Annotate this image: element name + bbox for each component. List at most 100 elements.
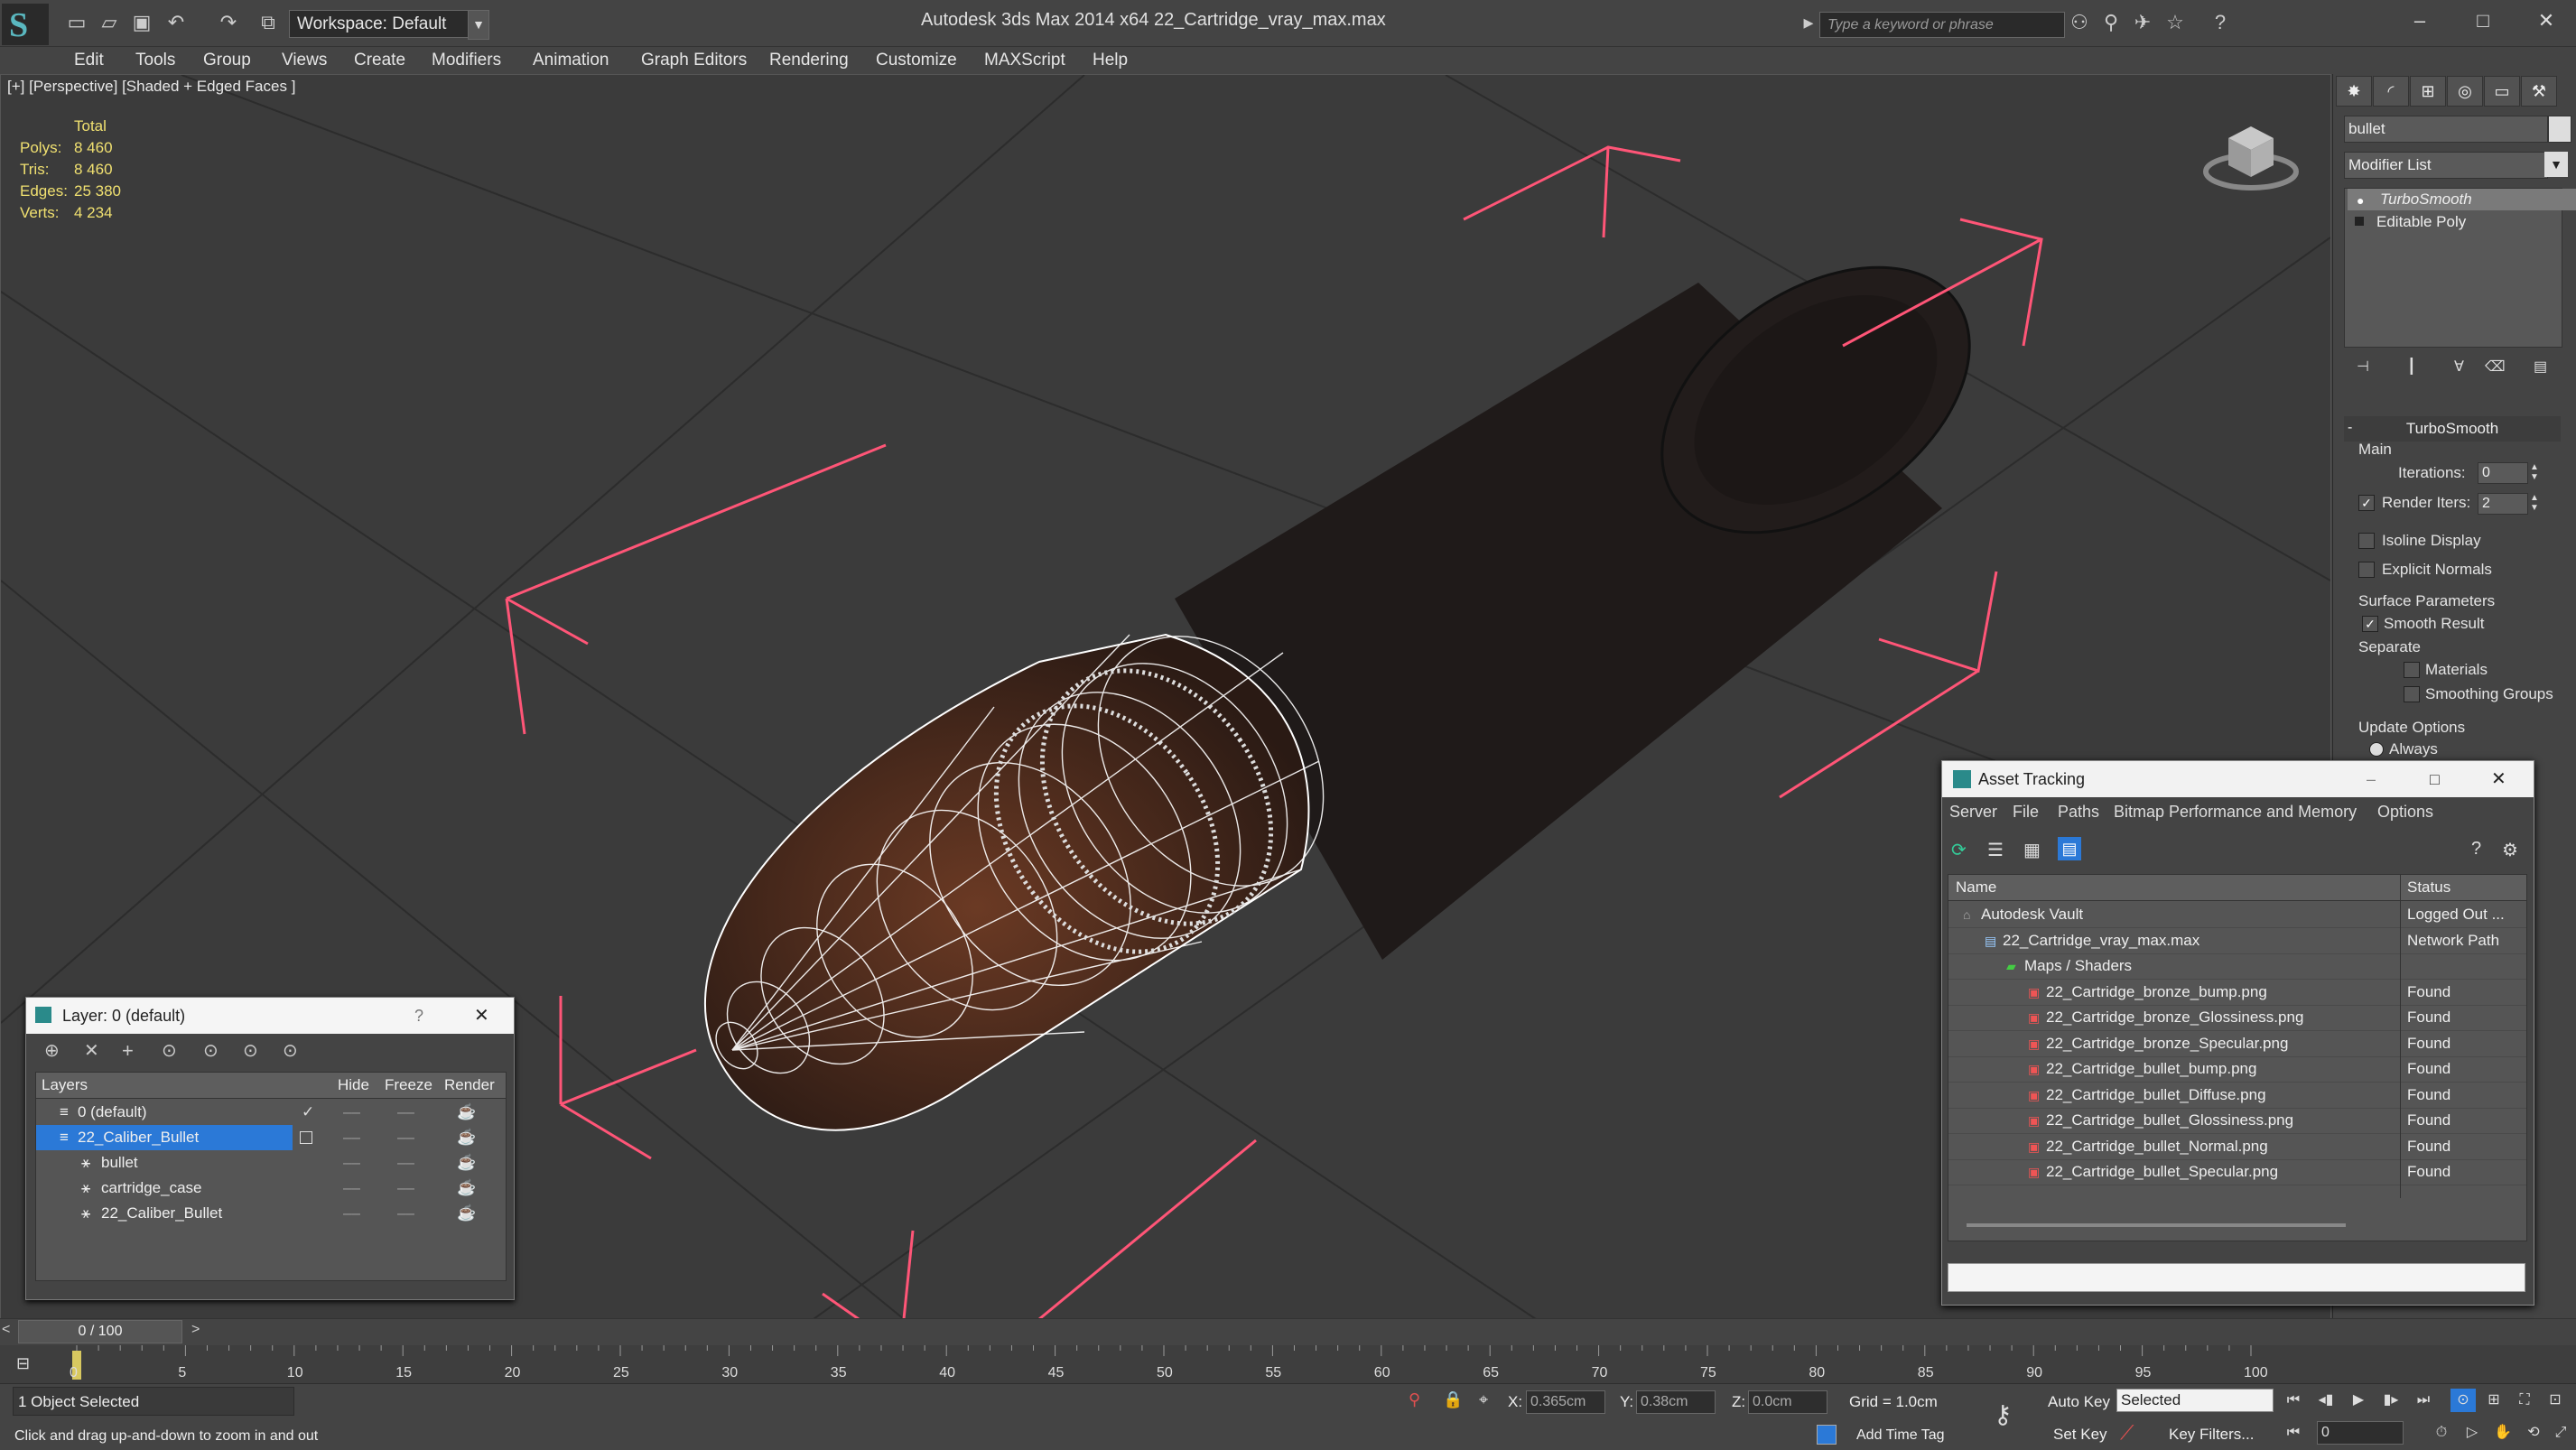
close-button[interactable]: ✕ — [2524, 5, 2569, 36]
maximize-viewport-icon[interactable]: ⤢ — [2548, 1421, 2573, 1445]
freeze-toggle[interactable]: –– — [397, 1176, 414, 1201]
layer-row[interactable]: ≡ 22_Caliber_Bullet –– –– ☕ — [36, 1125, 476, 1150]
spinner-arrows-icon[interactable]: ▲ ▼ — [2530, 462, 2539, 482]
hide-toggle[interactable]: –– — [343, 1176, 360, 1201]
show-end-result-icon[interactable]: ┃ — [2407, 358, 2416, 376]
minimize-button[interactable]: – — [2397, 5, 2442, 36]
display-tab-icon[interactable]: ▭ — [2484, 76, 2520, 107]
render-teapot-icon[interactable]: ☕ — [457, 1100, 476, 1125]
undo-icon[interactable]: ↶ — [164, 11, 188, 34]
z-coordinate-field[interactable]: 0.0cm — [1748, 1390, 1827, 1414]
absolute-mode-icon[interactable]: ⌖ — [1479, 1390, 1488, 1409]
menu-modifiers[interactable]: Modifiers — [432, 47, 501, 74]
freeze-column-header[interactable]: Freeze — [385, 1076, 432, 1094]
app-logo-button[interactable]: S — [2, 4, 49, 45]
current-layer-check-icon[interactable]: ✓ — [302, 1100, 314, 1125]
set-key-button[interactable]: Set Key — [2053, 1426, 2107, 1444]
curve-editor-icon[interactable]: ⊟ — [16, 1354, 30, 1373]
asset-menu-file[interactable]: File — [2013, 803, 2039, 822]
redo-icon[interactable]: ↷ — [217, 11, 240, 34]
render-teapot-icon[interactable]: ☕ — [457, 1150, 476, 1176]
key-mode-icon[interactable]: ⏮ — [2281, 1421, 2306, 1445]
hide-all-icon[interactable]: ⊙ — [243, 1039, 258, 1062]
asset-row[interactable]: ▣ 22_Cartridge_bullet_Glossiness.png Found — [1948, 1108, 2526, 1134]
zoom-icon[interactable]: ⊙ — [2450, 1389, 2476, 1412]
lightbulb-icon[interactable]: ● — [2357, 193, 2364, 208]
status-column-header[interactable]: Status — [2407, 878, 2450, 897]
menu-tools[interactable]: Tools — [135, 47, 175, 74]
list-view-icon[interactable]: ☰ — [1987, 839, 2004, 861]
play-icon[interactable]: ▶ — [2346, 1389, 2371, 1412]
asset-menu-options[interactable]: Options — [2377, 803, 2433, 822]
menu-help[interactable]: Help — [1093, 47, 1128, 74]
motion-tab-icon[interactable]: ◎ — [2447, 76, 2483, 107]
utilities-tab-icon[interactable]: ⚒ — [2521, 76, 2557, 107]
pin-stack-icon[interactable]: ⊣ — [2357, 358, 2369, 376]
make-unique-icon[interactable]: ∀ — [2454, 358, 2464, 376]
asset-dialog-titlebar[interactable]: Asset Tracking – □ ✕ — [1942, 761, 2534, 797]
menu-customize[interactable]: Customize — [876, 47, 957, 74]
asset-row[interactable]: ▣ 22_Cartridge_bullet_Specular.png Found — [1948, 1159, 2526, 1185]
menu-graph-editors[interactable]: Graph Editors — [641, 47, 747, 74]
track-bar[interactable] — [0, 1345, 2576, 1383]
render-iters-checkbox[interactable]: ✓ — [2358, 495, 2375, 511]
time-tag-icon[interactable] — [1817, 1425, 1837, 1445]
render-teapot-icon[interactable]: ☕ — [457, 1201, 476, 1226]
layer-row[interactable]: ≡ 0 (default) –– –– ☕ ✓ — [36, 1100, 506, 1125]
hide-toggle[interactable]: –– — [343, 1150, 360, 1176]
menu-group[interactable]: Group — [203, 47, 251, 74]
layer-row[interactable]: ⚹ cartridge_case –– –– ☕ — [36, 1176, 506, 1201]
smoothing-groups-checkbox[interactable] — [2404, 686, 2420, 702]
key-filters-button[interactable]: Key Filters... — [2169, 1426, 2254, 1444]
freeze-toggle[interactable]: –– — [397, 1125, 414, 1150]
freeze-toggle[interactable]: –– — [397, 1150, 414, 1176]
zoom-all-icon[interactable]: ⊞ — [2481, 1389, 2506, 1412]
asset-row[interactable]: ▣ 22_Cartridge_bullet_Normal.png Found — [1948, 1134, 2526, 1160]
y-coordinate-field[interactable]: 0.38cm — [1636, 1390, 1716, 1414]
help-icon[interactable]: ? — [2209, 11, 2232, 34]
x-coordinate-field[interactable]: 0.365cm — [1526, 1390, 1605, 1414]
object-name-field[interactable]: bullet — [2344, 116, 2548, 143]
asset-row[interactable]: ▤ 22_Cartridge_vray_max.max Network Path — [1948, 928, 2526, 954]
minimize-button[interactable]: – — [2367, 761, 2376, 797]
iterations-spinner[interactable]: 0 — [2478, 462, 2528, 484]
create-tab-icon[interactable]: ✸ — [2336, 76, 2372, 107]
set-current-box[interactable] — [300, 1131, 312, 1144]
set-key-icon[interactable]: ⟋ — [2120, 1421, 2134, 1445]
modifier-list-dropdown[interactable]: Modifier List — [2344, 152, 2548, 179]
binoculars-icon[interactable]: ⚇ — [2068, 11, 2091, 34]
layers-column-header[interactable]: Layers — [42, 1076, 88, 1094]
isolate-selection-icon[interactable]: ⚲ — [1409, 1390, 1420, 1409]
current-frame-field[interactable]: 0 — [2317, 1421, 2404, 1445]
highlight-layer-icon[interactable]: ⊙ — [203, 1039, 219, 1062]
name-column-header[interactable]: Name — [1956, 878, 1996, 897]
freeze-toggle[interactable]: –– — [397, 1201, 414, 1226]
asset-row[interactable]: ▣ 22_Cartridge_bronze_Glossiness.png Found — [1948, 1005, 2526, 1031]
goto-end-icon[interactable]: ⏭ — [2411, 1389, 2436, 1412]
modify-tab-icon[interactable]: ◜ — [2373, 76, 2409, 107]
object-color-swatch[interactable] — [2548, 116, 2571, 143]
horizontal-scrollbar[interactable] — [1967, 1223, 2346, 1227]
asset-menu-paths[interactable]: Paths — [2058, 803, 2099, 822]
viewport-label-menu[interactable]: [+] [Perspective] [Shaded + Edged Faces … — [7, 78, 295, 96]
smooth-result-checkbox[interactable]: ✓ — [2362, 616, 2378, 632]
search-expand-icon[interactable]: ▸ — [1797, 11, 1820, 34]
thumbnail-view-icon[interactable]: ▦ — [2023, 839, 2041, 861]
render-teapot-icon[interactable]: ☕ — [457, 1176, 476, 1201]
menu-rendering[interactable]: Rendering — [769, 47, 849, 74]
project-folder-icon[interactable]: ⧉ — [256, 11, 280, 34]
render-iters-spinner[interactable]: 2 — [2478, 493, 2528, 515]
menu-views[interactable]: Views — [282, 47, 327, 74]
asset-row[interactable]: ⌂ Autodesk Vault Logged Out ... — [1948, 902, 2526, 928]
zoom-extents-icon[interactable]: ⛶ — [2512, 1389, 2537, 1412]
remove-modifier-icon[interactable]: ⌫ — [2485, 358, 2506, 376]
render-column-header[interactable]: Render — [444, 1076, 495, 1094]
orbit-icon[interactable]: ⟲ — [2521, 1421, 2546, 1445]
layer-row[interactable]: ⚹ bullet –– –– ☕ — [36, 1150, 506, 1176]
menu-maxscript[interactable]: MAXScript — [984, 47, 1065, 74]
next-key-icon[interactable]: ▮▸ — [2378, 1389, 2404, 1412]
asset-row[interactable]: ▣ 22_Cartridge_bullet_Diffuse.png Found — [1948, 1083, 2526, 1109]
settings-icon[interactable]: ⚙ — [2502, 839, 2518, 861]
menu-edit[interactable]: Edit — [74, 47, 104, 74]
hide-column-header[interactable]: Hide — [338, 1076, 369, 1094]
